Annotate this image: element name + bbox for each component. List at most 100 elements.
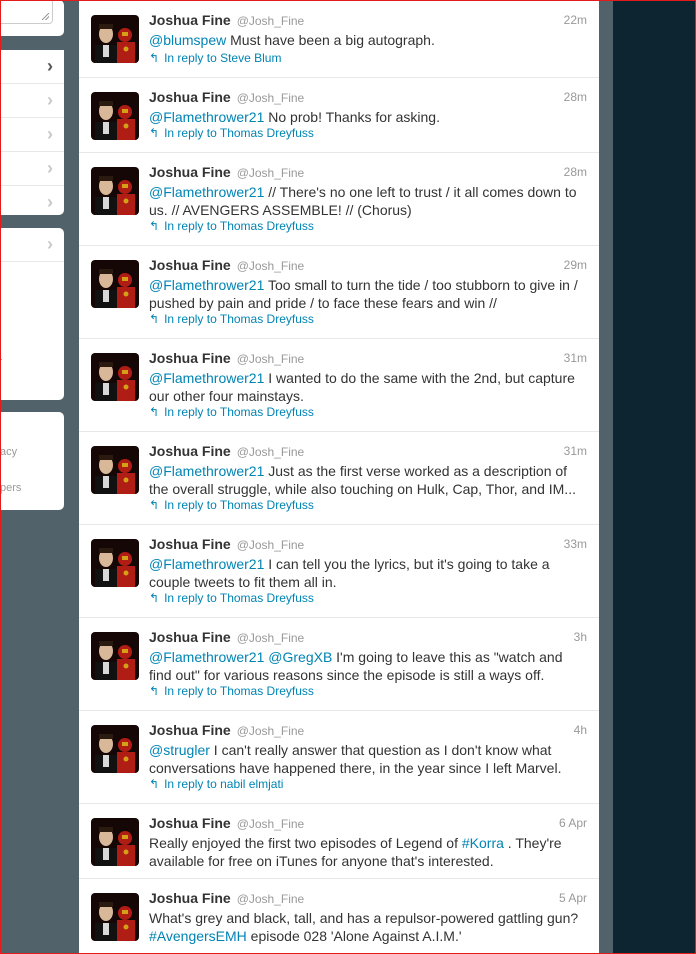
reply-arrow-icon: ↰ <box>149 312 160 326</box>
mention-link[interactable]: @strugler <box>149 742 210 758</box>
tweet[interactable]: Joshua Fine @Josh_Fine 5 Apr What's grey a… <box>79 878 599 954</box>
tweet[interactable]: Joshua Fine @Josh_Fine 31m @Flamethrower21… <box>79 338 599 432</box>
tweet-text: @Flamethrower21 Too small to turn the ti… <box>149 277 578 311</box>
mention-link[interactable]: @Flamethrower21 <box>149 184 264 200</box>
mention-link[interactable]: @Flamethrower21 <box>149 370 264 386</box>
tweet[interactable]: Joshua Fine @Josh_Fine 22m @blumspew Must … <box>79 0 599 78</box>
tweet-author-name[interactable]: Joshua Fine <box>149 350 231 366</box>
in-reply-to-link[interactable]: ↰ In reply to Thomas Dreyfuss <box>149 498 314 512</box>
tweet-timestamp[interactable]: 31m <box>564 444 587 458</box>
tweet[interactable]: Joshua Fine @Josh_Fine 28m @Flamethrower21… <box>79 152 599 246</box>
tweet-author-name[interactable]: Joshua Fine <box>149 722 231 738</box>
tweet-author-handle[interactable]: @Josh_Fine <box>237 817 305 831</box>
avatar[interactable] <box>91 446 139 494</box>
tweet-author-handle[interactable]: @Josh_Fine <box>237 538 305 552</box>
tweet[interactable]: Joshua Fine @Josh_Fine 28m @Flamethrower21… <box>79 77 599 153</box>
tweet-author-handle[interactable]: @Josh_Fine <box>237 259 305 273</box>
tweet-text: @Flamethrower21 No prob! Thanks for aski… <box>149 109 440 125</box>
tweet-author-name[interactable]: Joshua Fine <box>149 257 231 273</box>
avatar[interactable] <box>91 539 139 587</box>
tweet-timestamp[interactable]: 5 Apr <box>559 891 587 905</box>
tweet-author-name[interactable]: Joshua Fine <box>149 536 231 552</box>
tweet-author-name[interactable]: Joshua Fine <box>149 164 231 180</box>
chevron-right-icon: › <box>47 90 53 110</box>
tweet-timestamp[interactable]: 31m <box>564 351 587 365</box>
tweet[interactable]: Joshua Fine @Josh_Fine 33m @Flamethrower21… <box>79 524 599 618</box>
avatar[interactable] <box>91 353 139 401</box>
tweet-timestamp[interactable]: 28m <box>564 165 587 179</box>
tweet-text: @Flamethrower21 // There's no one left t… <box>149 184 577 218</box>
mention-link[interactable]: @Flamethrower21 <box>149 649 264 665</box>
tweet-author-handle[interactable]: @Josh_Fine <box>237 724 305 738</box>
tweet-author-handle[interactable]: @Josh_Fine <box>237 892 305 906</box>
mention-link[interactable]: @Flamethrower21 <box>149 556 264 572</box>
tweet[interactable]: Joshua Fine @Josh_Fine 31m @Flamethrower21… <box>79 431 599 525</box>
tweet-timestamp[interactable]: 6 Apr <box>559 816 587 830</box>
avatar[interactable] <box>91 260 139 308</box>
chevron-right-icon: › <box>47 158 53 178</box>
in-reply-to-link[interactable]: ↰ In reply to Thomas Dreyfuss <box>149 591 314 605</box>
footer-link-privacy[interactable]: acy <box>0 446 17 458</box>
nav-item-4[interactable]: › <box>0 152 64 186</box>
timeline: Joshua Fine @Josh_Fine 22m @blumspew Must … <box>79 0 599 954</box>
mention-link[interactable]: @Flamethrower21 <box>149 109 264 125</box>
dot-mark: · <box>0 354 3 364</box>
tweet-author-handle[interactable]: @Josh_Fine <box>237 91 305 105</box>
mention-link[interactable]: @Flamethrower21 <box>149 463 264 479</box>
tweet-author-handle[interactable]: @Josh_Fine <box>237 166 305 180</box>
footer-link-developers[interactable]: pers <box>0 482 21 494</box>
tweet-timestamp[interactable]: 4h <box>574 723 587 737</box>
avatar[interactable] <box>91 167 139 215</box>
avatar[interactable] <box>91 818 139 866</box>
tweet[interactable]: Joshua Fine @Josh_Fine 6 Apr Really enjoye… <box>79 803 599 879</box>
suggestions-header[interactable]: › <box>0 228 64 262</box>
nav-item-5[interactable]: › <box>0 186 64 219</box>
tweet-author-handle[interactable]: @Josh_Fine <box>237 352 305 366</box>
tweet-author-name[interactable]: Joshua Fine <box>149 12 231 28</box>
in-reply-to-link[interactable]: ↰ In reply to Thomas Dreyfuss <box>149 405 314 419</box>
in-reply-to-link[interactable]: ↰ In reply to Thomas Dreyfuss <box>149 684 314 698</box>
tweet[interactable]: Joshua Fine @Josh_Fine 4h @strugler I can'… <box>79 710 599 804</box>
tweet[interactable]: Joshua Fine @Josh_Fine 3h @Flamethrower21 … <box>79 617 599 711</box>
reply-arrow-icon: ↰ <box>149 591 160 605</box>
resize-grip-icon[interactable] <box>42 13 49 20</box>
tweet-author-name[interactable]: Joshua Fine <box>149 629 231 645</box>
reply-arrow-icon: ↰ <box>149 219 160 233</box>
tweet-timestamp[interactable]: 33m <box>564 537 587 551</box>
tweet-timestamp[interactable]: 29m <box>564 258 587 272</box>
tweet-text: @blumspew Must have been a big autograph… <box>149 32 435 48</box>
in-reply-to-link[interactable]: ↰ In reply to nabil elmjati <box>149 777 283 791</box>
tweet[interactable]: Joshua Fine @Josh_Fine 29m @Flamethrower21… <box>79 245 599 339</box>
tweet-timestamp[interactable]: 28m <box>564 90 587 104</box>
hashtag-link[interactable]: #Korra <box>462 835 504 851</box>
in-reply-to-link[interactable]: ↰ In reply to Thomas Dreyfuss <box>149 312 314 326</box>
in-reply-to-link[interactable]: ↰ In reply to Steve Blum <box>149 51 281 65</box>
tweet-timestamp[interactable]: 3h <box>574 630 587 644</box>
avatar[interactable] <box>91 893 139 941</box>
tweet-author-handle[interactable]: @Josh_Fine <box>237 14 305 28</box>
in-reply-to-link[interactable]: ↰ In reply to Thomas Dreyfuss <box>149 126 314 140</box>
mention-link[interactable]: @Flamethrower21 <box>149 277 264 293</box>
tweet-text: @Flamethrower21 @GregXB I'm going to lea… <box>149 649 563 683</box>
tweet-author-name[interactable]: Joshua Fine <box>149 815 231 831</box>
chevron-right-icon: › <box>47 124 53 144</box>
tweet-text: @strugler I can't really answer that que… <box>149 742 562 776</box>
nav-item-3[interactable]: › <box>0 118 64 152</box>
nav-item-1[interactable]: › <box>0 50 64 84</box>
mention-link[interactable]: @GregXB <box>268 649 332 665</box>
nav-item-2[interactable]: › <box>0 84 64 118</box>
tweet-author-name[interactable]: Joshua Fine <box>149 89 231 105</box>
avatar[interactable] <box>91 632 139 680</box>
hashtag-link[interactable]: #AvengersEMH <box>149 928 247 944</box>
compose-textarea[interactable] <box>0 0 53 24</box>
in-reply-to-link[interactable]: ↰ In reply to Thomas Dreyfuss <box>149 219 314 233</box>
mention-link[interactable]: @blumspew <box>149 32 226 48</box>
tweet-timestamp[interactable]: 22m <box>564 13 587 27</box>
avatar[interactable] <box>91 92 139 140</box>
tweet-author-name[interactable]: Joshua Fine <box>149 443 231 459</box>
avatar[interactable] <box>91 725 139 773</box>
tweet-author-handle[interactable]: @Josh_Fine <box>237 631 305 645</box>
avatar[interactable] <box>91 15 139 63</box>
tweet-author-handle[interactable]: @Josh_Fine <box>237 445 305 459</box>
tweet-author-name[interactable]: Joshua Fine <box>149 890 231 906</box>
